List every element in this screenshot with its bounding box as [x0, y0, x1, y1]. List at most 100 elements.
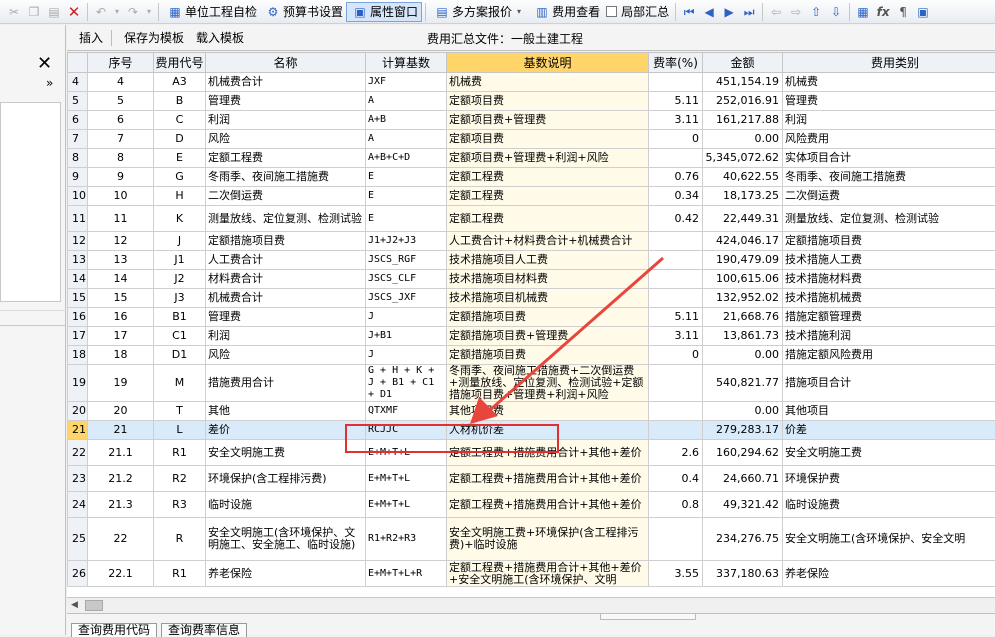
- cell-rate[interactable]: 3.11: [649, 327, 703, 346]
- cell-seq[interactable]: 4: [88, 73, 154, 92]
- cell-base[interactable]: A+B: [366, 111, 447, 130]
- cell-code[interactable]: J: [154, 232, 206, 251]
- budget-settings-button[interactable]: ⚙ 预算书设置: [260, 2, 346, 22]
- cell-name[interactable]: 定额工程费: [206, 149, 366, 168]
- table-row[interactable]: 1414J2材料费合计JSCS_CLF技术措施项目材料费100,615.06技术…: [68, 270, 995, 289]
- cell-base[interactable]: E: [366, 168, 447, 187]
- cell-code[interactable]: C: [154, 111, 206, 130]
- delete-icon[interactable]: ✕: [66, 4, 82, 20]
- row-number[interactable]: 12: [68, 232, 88, 251]
- cell-category[interactable]: 利润: [783, 111, 995, 130]
- cell-amount[interactable]: 0.00: [703, 346, 783, 365]
- cell-category[interactable]: 措施项目合计: [783, 365, 995, 402]
- cell-amount[interactable]: 0.00: [703, 402, 783, 421]
- row-number[interactable]: 7: [68, 130, 88, 149]
- scroll-left-icon[interactable]: ◀: [71, 600, 78, 610]
- cell-name[interactable]: 环境保护(含工程排污费): [206, 466, 366, 492]
- cell-seq[interactable]: 21: [88, 421, 154, 440]
- cell-name[interactable]: 安全文明施工(含环境保护、文明施工、安全施工、临时设施): [206, 518, 366, 561]
- table-row[interactable]: 1818D1风险J定额措施项目费00.00措施定额风险费用: [68, 346, 995, 365]
- col-header-seq[interactable]: 序号: [88, 53, 154, 73]
- table-row[interactable]: 2522R安全文明施工(含环境保护、文明施工、安全施工、临时设施)R1+R2+R…: [68, 518, 995, 561]
- cell-base-desc[interactable]: 定额项目费: [447, 130, 649, 149]
- cell-base[interactable]: JSCS_CLF: [366, 270, 447, 289]
- table-row[interactable]: 2321.2R2环境保护(含工程排污费)E+M+T+L定额工程费+措施费用合计+…: [68, 466, 995, 492]
- cell-code[interactable]: J3: [154, 289, 206, 308]
- cell-seq[interactable]: 20: [88, 402, 154, 421]
- row-number[interactable]: 24: [68, 492, 88, 518]
- cell-amount[interactable]: 540,821.77: [703, 365, 783, 402]
- cell-code[interactable]: J2: [154, 270, 206, 289]
- local-summary-toggle[interactable]: 局部汇总: [603, 2, 672, 22]
- cell-base-desc[interactable]: 定额工程费: [447, 187, 649, 206]
- load-template-button[interactable]: 载入模板: [196, 29, 244, 46]
- table-row[interactable]: 99G冬雨季、夜间施工措施费E定额工程费0.7640,622.55冬雨季、夜间施…: [68, 168, 995, 187]
- table-row[interactable]: 2121L差价RCJJC人材机价差279,283.17价差: [68, 421, 995, 440]
- cell-name[interactable]: 机械费合计: [206, 73, 366, 92]
- cell-rate[interactable]: 5.11: [649, 308, 703, 327]
- col-header-code[interactable]: 费用代号: [154, 53, 206, 73]
- cell-base-desc[interactable]: 定额项目费: [447, 92, 649, 111]
- col-header-rownum[interactable]: [68, 53, 88, 73]
- row-number[interactable]: 13: [68, 251, 88, 270]
- cell-name[interactable]: 利润: [206, 111, 366, 130]
- cell-base-desc[interactable]: 定额措施项目费+管理费: [447, 327, 649, 346]
- cell-base[interactable]: A: [366, 92, 447, 111]
- cell-base-desc[interactable]: 定额工程费: [447, 168, 649, 187]
- table-row[interactable]: 2221.1R1安全文明施工费E+M+T+L定额工程费+措施费用合计+其他+差价…: [68, 440, 995, 466]
- cell-amount[interactable]: 0.00: [703, 130, 783, 149]
- cell-amount[interactable]: 451,154.19: [703, 73, 783, 92]
- cell-name[interactable]: 测量放线、定位复测、检测试验: [206, 206, 366, 232]
- table-row[interactable]: 1919M措施费用合计G + H + K + J + B1 + C1 + D1冬…: [68, 365, 995, 402]
- cell-code[interactable]: D1: [154, 346, 206, 365]
- undo-dropdown-icon[interactable]: ▾: [113, 4, 121, 20]
- cell-name[interactable]: 二次倒运费: [206, 187, 366, 206]
- cell-amount[interactable]: 24,660.71: [703, 466, 783, 492]
- table-row[interactable]: 88E定额工程费A+B+C+D定额项目费+管理费+利润+风险5,345,072.…: [68, 149, 995, 168]
- cell-rate[interactable]: [649, 73, 703, 92]
- cell-name[interactable]: 定额措施项目费: [206, 232, 366, 251]
- cell-category[interactable]: 技术措施机械费: [783, 289, 995, 308]
- row-number[interactable]: 10: [68, 187, 88, 206]
- cell-category[interactable]: 措施定额风险费用: [783, 346, 995, 365]
- fee-view-button[interactable]: ▥ 费用查看: [529, 2, 603, 22]
- cell-code[interactable]: H: [154, 187, 206, 206]
- cell-seq[interactable]: 5: [88, 92, 154, 111]
- cell-code[interactable]: R3: [154, 492, 206, 518]
- row-number[interactable]: 17: [68, 327, 88, 346]
- calculator-icon[interactable]: ▦: [855, 4, 871, 20]
- row-number[interactable]: 15: [68, 289, 88, 308]
- cell-category[interactable]: 技术措施利润: [783, 327, 995, 346]
- cut-icon[interactable]: ✂: [6, 4, 22, 20]
- cell-rate[interactable]: [649, 251, 703, 270]
- cell-base[interactable]: J: [366, 346, 447, 365]
- cell-amount[interactable]: 13,861.73: [703, 327, 783, 346]
- cell-name[interactable]: 临时设施: [206, 492, 366, 518]
- cell-base[interactable]: A: [366, 130, 447, 149]
- cell-category[interactable]: 管理费: [783, 92, 995, 111]
- cell-rate[interactable]: 3.55: [649, 561, 703, 587]
- close-icon[interactable]: ✕: [37, 53, 52, 74]
- table-row[interactable]: 1010H二次倒运费E定额工程费0.3418,173.25二次倒运费: [68, 187, 995, 206]
- cell-amount[interactable]: 22,449.31: [703, 206, 783, 232]
- cell-name[interactable]: 管理费: [206, 92, 366, 111]
- horizontal-scrollbar[interactable]: ◀: [67, 597, 995, 613]
- cell-seq[interactable]: 15: [88, 289, 154, 308]
- row-number[interactable]: 16: [68, 308, 88, 327]
- cell-base-desc[interactable]: 人材机价差: [447, 421, 649, 440]
- cell-category[interactable]: 定额措施项目费: [783, 232, 995, 251]
- cell-name[interactable]: 人工费合计: [206, 251, 366, 270]
- table-row[interactable]: 55B管理费A定额项目费5.11252,016.91管理费: [68, 92, 995, 111]
- cell-base-desc[interactable]: 机械费: [447, 73, 649, 92]
- scroll-thumb[interactable]: [85, 600, 103, 611]
- cell-base-desc[interactable]: 其他项目费: [447, 402, 649, 421]
- cell-amount[interactable]: 161,217.88: [703, 111, 783, 130]
- cell-code[interactable]: L: [154, 421, 206, 440]
- cell-name[interactable]: 风险: [206, 346, 366, 365]
- col-header-base[interactable]: 计算基数: [366, 53, 447, 73]
- cell-category[interactable]: 措施定额管理费: [783, 308, 995, 327]
- cell-base[interactable]: G + H + K + J + B1 + C1 + D1: [366, 365, 447, 402]
- row-number[interactable]: 9: [68, 168, 88, 187]
- cell-base[interactable]: R1+R2+R3: [366, 518, 447, 561]
- cell-code[interactable]: R: [154, 518, 206, 561]
